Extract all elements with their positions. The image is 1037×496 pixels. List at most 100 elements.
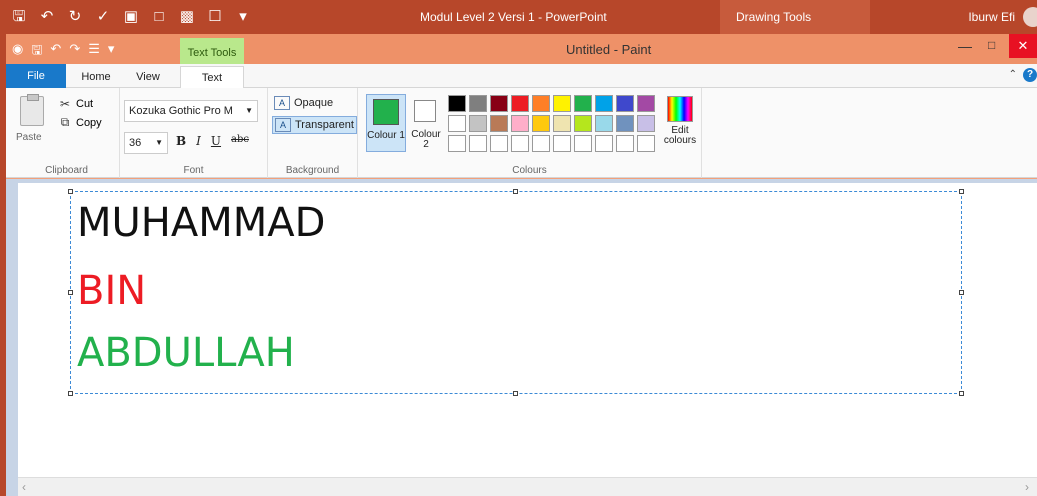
palette-swatch[interactable] [637,95,655,112]
minimize-button[interactable]: — [958,38,978,56]
palette-swatch[interactable] [532,135,550,152]
transparent-button[interactable]: A Transparent [272,116,357,134]
palette-swatch[interactable] [532,115,550,132]
scroll-left-icon[interactable]: ‹ [22,480,26,494]
placeholder-icon[interactable]: ▩ [178,7,196,27]
transparent-icon: A [275,118,291,132]
palette-swatch[interactable] [616,115,634,132]
clipboard-group: Paste ✂ Cut ⧉ Copy Clipboard [14,88,120,178]
resize-handle[interactable] [513,391,518,396]
palette-swatch[interactable] [469,95,487,112]
colour-1-swatch [373,99,399,125]
colour-1-button[interactable]: Colour 1 [366,94,406,152]
bold-button[interactable]: B [176,134,186,148]
drawing-tools-tab[interactable]: Drawing Tools [720,0,870,34]
palette-swatch[interactable] [469,135,487,152]
spelling-icon[interactable]: ✓ [94,7,112,27]
resize-handle[interactable] [959,290,964,295]
undo-icon[interactable]: ↶ [38,7,56,27]
palette-swatch[interactable] [595,135,613,152]
horizontal-scrollbar[interactable]: ‹ › [18,477,1037,496]
palette-swatch[interactable] [553,115,571,132]
palette-swatch[interactable] [490,95,508,112]
palette-swatch[interactable] [553,135,571,152]
palette-swatch[interactable] [574,115,592,132]
collapse-ribbon-icon[interactable]: ⌃ [1009,69,1017,80]
italic-button[interactable]: I [196,134,201,148]
palette-swatch[interactable] [532,95,550,112]
font-family-select[interactable]: Kozuka Gothic Pro M ▼ [124,100,258,122]
drawing-canvas[interactable]: MUHAMMAD BIN ABDULLAH [18,183,1037,477]
resize-handle[interactable] [68,391,73,396]
palette-swatch[interactable] [616,135,634,152]
opaque-label: Opaque [294,97,334,109]
palette-swatch[interactable] [574,95,592,112]
palette-swatch[interactable] [490,115,508,132]
resize-handle[interactable] [68,189,73,194]
tab-text[interactable]: Text [180,66,244,88]
help-icon[interactable]: ? [1023,68,1037,82]
cut-label: Cut [76,98,94,110]
palette-swatch[interactable] [448,135,466,152]
cut-button[interactable]: ✂ Cut [58,97,93,111]
colour-2-label: Colour 2 [411,129,441,150]
font-size-select[interactable]: 36 ▼ [124,132,168,154]
tab-view[interactable]: View [126,66,170,88]
scroll-right-icon[interactable]: › [1025,480,1029,494]
resize-handle[interactable] [959,391,964,396]
paint-window-title: Untitled - Paint [566,42,652,57]
underline-button[interactable]: U [211,134,221,148]
copy-label: Copy [76,116,102,129]
ribbon: Paste ✂ Cut ⧉ Copy Clipboard Kozuka Goth… [6,88,1037,178]
palette-swatch[interactable] [574,135,592,152]
customize-icon[interactable]: ▾ [234,7,252,27]
paste-icon[interactable] [20,94,44,126]
save-icon[interactable]: 🖫 [10,7,28,27]
canvas-workspace: MUHAMMAD BIN ABDULLAH ‹ › [6,179,1037,496]
resize-handle[interactable] [959,189,964,194]
palette-swatch[interactable] [595,95,613,112]
preview-icon[interactable]: ☐ [206,7,224,27]
maximize-button[interactable]: □ [988,38,1006,56]
close-button[interactable]: ✕ [1009,34,1037,58]
colour-2-button[interactable]: Colour 2 [408,94,444,152]
chevron-down-icon[interactable]: ▾ [108,41,115,63]
menu-icon[interactable]: ☰ [88,41,100,63]
redo-icon[interactable]: ↻ [66,7,84,27]
undo-icon[interactable]: ↶ [50,41,61,63]
palette-swatch[interactable] [469,115,487,132]
palette-swatch[interactable] [595,115,613,132]
tab-file[interactable]: File [6,64,66,88]
palette-swatch[interactable] [490,135,508,152]
palette-swatch[interactable] [511,95,529,112]
paint-app-icon[interactable]: ◉ [12,41,23,63]
user-name[interactable]: Iburw Efi [968,10,1015,24]
avatar[interactable] [1023,7,1037,27]
slideshow-icon[interactable]: ▣ [122,7,140,27]
palette-swatch[interactable] [553,95,571,112]
resize-handle[interactable] [513,189,518,194]
palette-swatch[interactable] [511,115,529,132]
paste-button[interactable]: Paste [16,132,42,143]
opaque-button[interactable]: A Opaque [272,94,335,112]
text-box-selection[interactable]: MUHAMMAD BIN ABDULLAH [68,189,964,396]
palette-swatch[interactable] [448,115,466,132]
text-tools-tab[interactable]: Text Tools [180,38,244,66]
canvas-text-line: ABDULLAH [77,330,295,376]
palette-swatch[interactable] [511,135,529,152]
resize-handle[interactable] [68,290,73,295]
palette-swatch[interactable] [616,95,634,112]
strikethrough-button[interactable]: abc [231,134,249,148]
edit-colours-button[interactable]: Edit colours [660,96,700,146]
redo-icon[interactable]: ↷ [69,41,80,63]
palette-swatch[interactable] [637,115,655,132]
picture-icon[interactable]: □ [150,7,168,27]
background-group-label: Background [285,165,340,176]
tab-home[interactable]: Home [74,66,118,88]
transparent-label: Transparent [295,119,354,131]
font-family-value: Kozuka Gothic Pro M [129,105,233,117]
palette-swatch[interactable] [637,135,655,152]
copy-button[interactable]: ⧉ Copy [58,115,102,130]
save-icon[interactable]: 🖫 [31,41,42,63]
palette-swatch[interactable] [448,95,466,112]
